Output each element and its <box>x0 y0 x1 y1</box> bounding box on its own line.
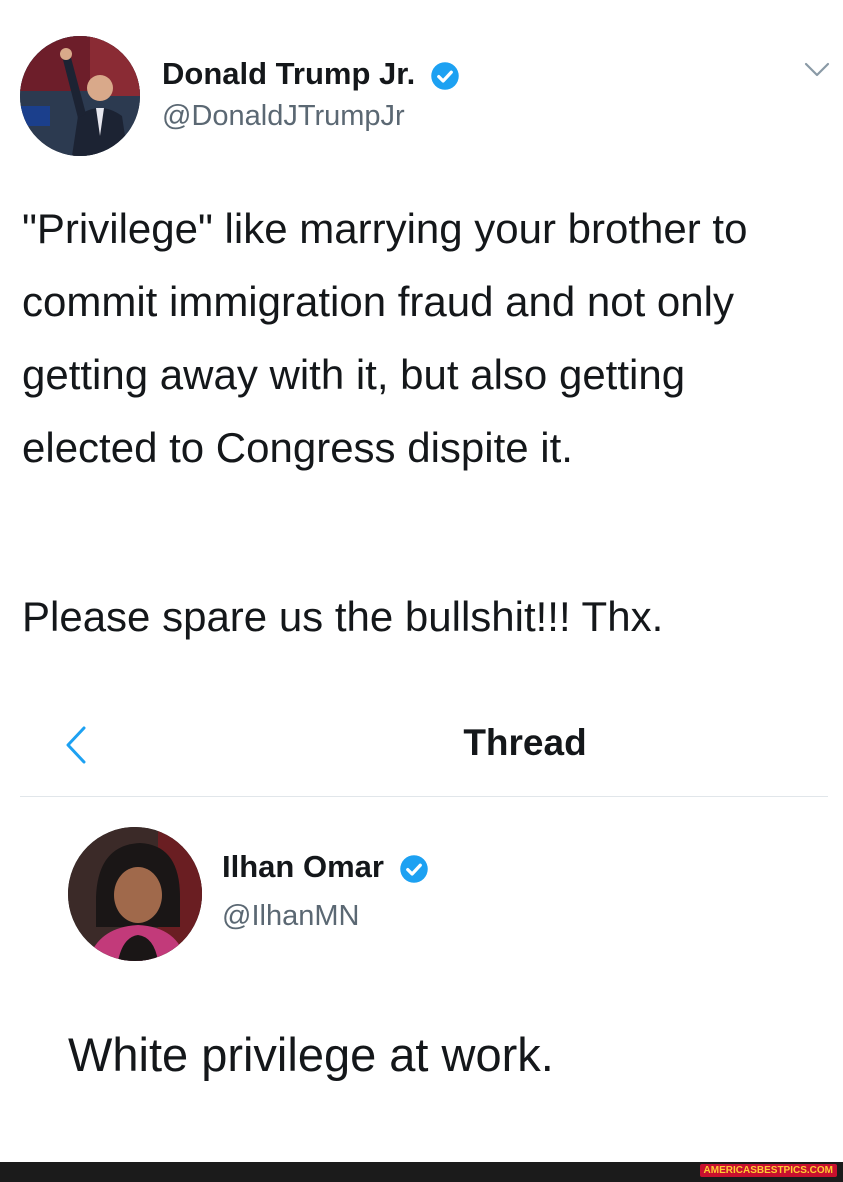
reply-tweet-text: White privilege at work. <box>68 1028 554 1081</box>
tweet-text: "Privilege" like marrying your brother t… <box>22 205 748 471</box>
tweet-text-second-paragraph: Please spare us the bullshit!!! Thx. <box>22 593 664 640</box>
author-handle[interactable]: @DonaldJTrumpJr <box>162 100 405 133</box>
reply-author-name[interactable]: Ilhan Omar <box>222 849 429 885</box>
avatar-donald-trump-jr[interactable] <box>20 36 140 156</box>
avatar-ilhan-omar[interactable] <box>68 827 202 961</box>
divider <box>20 796 828 797</box>
verified-badge-icon <box>399 855 428 883</box>
chevron-down-icon[interactable] <box>802 58 832 82</box>
verified-badge-icon <box>431 62 459 90</box>
author-name[interactable]: Donald Trump Jr. <box>162 56 460 92</box>
author-name-label: Donald Trump Jr. <box>162 56 416 91</box>
reply-author-handle[interactable]: @IlhanMN <box>222 900 359 933</box>
watermark: AMERICASBESTPICS.COM <box>699 1164 837 1177</box>
reply-author-name-label: Ilhan Omar <box>222 849 384 884</box>
footer-bar: AMERICASBESTPICS.COM <box>0 1162 843 1182</box>
thread-title: Thread <box>463 722 587 763</box>
